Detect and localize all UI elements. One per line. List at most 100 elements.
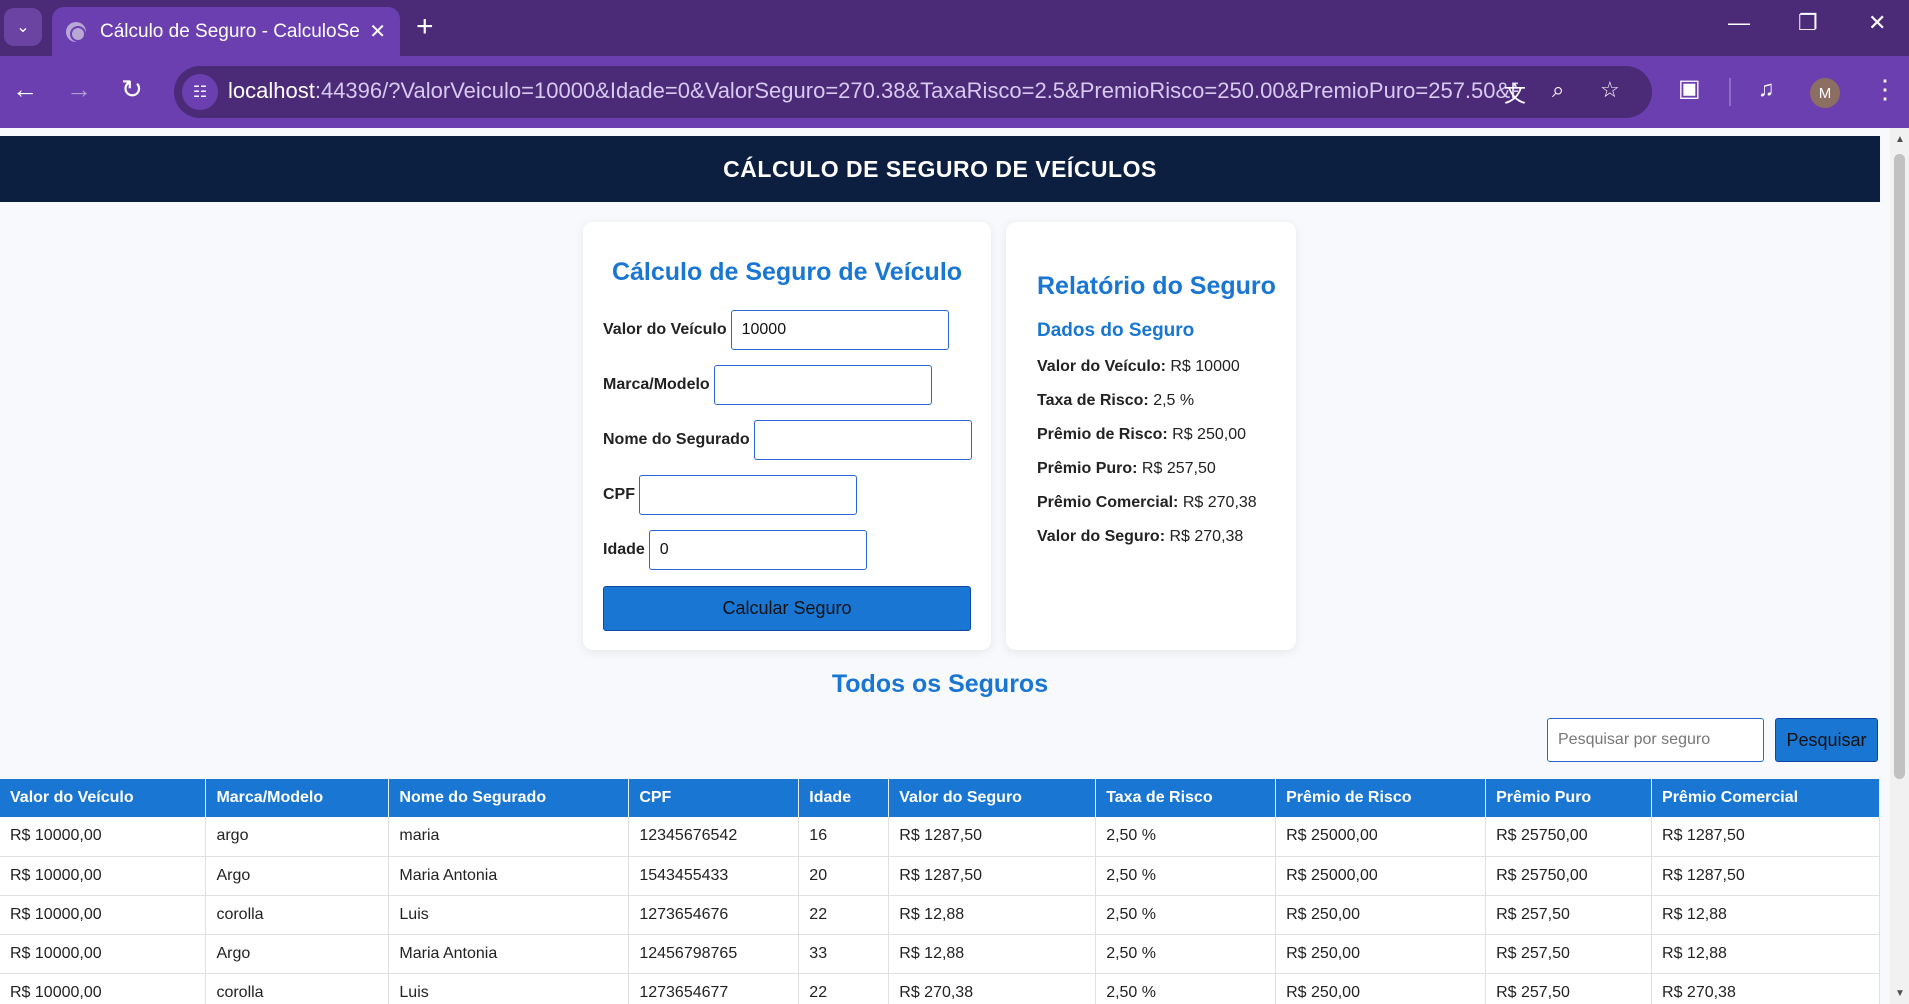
table-row[interactable]: R$ 10000,00 corolla Luis 1273654677 22 R$ 270…: [0, 973, 1880, 1004]
new-tab-button[interactable]: +: [416, 12, 434, 42]
scroll-down-icon[interactable]: ▼: [1895, 988, 1905, 999]
avatar[interactable]: M: [1810, 78, 1840, 108]
table-cell: 1543455433: [628, 856, 800, 896]
column-header[interactable]: CPF: [628, 779, 800, 817]
browser-tab-active[interactable]: Cálculo de Seguro - CalculoSeguro ✕: [52, 7, 400, 56]
column-header[interactable]: Valor do Seguro: [888, 779, 1097, 817]
insurance-report-card: Relatório do Seguro Dados do Seguro Valo…: [1006, 222, 1296, 650]
table-cell: R$ 12,88: [888, 934, 1097, 974]
table-cell: R$ 25750,00: [1485, 856, 1653, 896]
table-cell: Maria Antonia: [388, 856, 630, 896]
table-cell: 2,50 %: [1095, 934, 1277, 974]
table-cell: 22: [798, 973, 890, 1004]
report-item: Taxa de Risco: 2,5 %: [1037, 392, 1195, 409]
bookmark-star-icon[interactable]: ☆: [1600, 77, 1620, 103]
cpf-input[interactable]: [639, 475, 857, 515]
table-cell: corolla: [205, 973, 390, 1004]
table-cell: 1273654677: [628, 973, 800, 1004]
report-item: Prêmio de Risco: R$ 250,00: [1037, 426, 1246, 443]
cpf-label: CPF: [603, 486, 635, 503]
toolbar-divider: [1729, 78, 1731, 106]
form-row-nome-segurado: Nome do Segurado: [603, 420, 972, 460]
table-cell: Argo: [205, 934, 390, 974]
table-cell: maria: [388, 817, 630, 857]
table-cell: R$ 10000,00: [0, 973, 207, 1004]
page-title: CÁLCULO DE SEGURO DE VEÍCULOS: [723, 155, 1157, 182]
page-viewport: CÁLCULO DE SEGURO DE VEÍCULOS Cálculo de…: [0, 128, 1890, 1004]
table-row[interactable]: R$ 10000,00 argo maria 12345676542 16 R$ 1287…: [0, 817, 1880, 857]
idade-input[interactable]: [648, 530, 867, 570]
table-cell: R$ 12,88: [888, 895, 1097, 935]
form-row-cpf: CPF: [603, 475, 857, 515]
table-row[interactable]: R$ 10000,00 Argo Maria Antonia 12456798765 3…: [0, 934, 1880, 974]
column-header[interactable]: Prêmio de Risco: [1275, 779, 1487, 817]
close-window-icon[interactable]: ✕: [1868, 10, 1886, 36]
globe-icon: [66, 21, 86, 42]
column-header[interactable]: Taxa de Risco: [1095, 779, 1277, 817]
table-cell: 33: [798, 934, 890, 974]
valor-veiculo-input[interactable]: [730, 310, 949, 350]
site-info-icon[interactable]: ☷: [182, 74, 218, 110]
table-row[interactable]: R$ 10000,00 corolla Luis 1273654676 22 R$ 12,…: [0, 895, 1880, 935]
extensions-icon[interactable]: ▣: [1678, 74, 1701, 104]
browser-toolbar: ← → ↻ ☷ localhost:44396/?ValorVeiculo=10…: [0, 56, 1909, 128]
form-title: Cálculo de Seguro de Veículo: [611, 258, 963, 286]
list-title: Todos os Seguros: [831, 670, 1049, 698]
report-title: Relatório do Seguro: [1037, 272, 1276, 300]
forward-arrow-icon[interactable]: →: [66, 74, 92, 104]
scroll-up-icon[interactable]: ▲: [1895, 134, 1905, 145]
table-cell: R$ 270,38: [888, 973, 1097, 1004]
zoom-icon[interactable]: ⌕: [1552, 77, 1564, 103]
back-arrow-icon[interactable]: ←: [12, 74, 38, 104]
idade-label: Idade: [603, 541, 645, 558]
table-cell: 2,50 %: [1095, 895, 1277, 935]
close-icon[interactable]: ✕: [369, 19, 386, 44]
table-cell: R$ 12,88: [1651, 934, 1880, 974]
insurance-table: Valor do Veículo Marca/Modelo Nome do Se…: [0, 779, 1880, 1004]
page-scrollbar[interactable]: ▲ ▼: [1890, 128, 1909, 1004]
column-header[interactable]: Marca/Modelo: [205, 779, 390, 817]
column-header[interactable]: Nome do Segurado: [388, 779, 630, 817]
table-cell: R$ 250,00: [1275, 895, 1487, 935]
search-button[interactable]: Pesquisar: [1775, 718, 1878, 762]
report-item: Prêmio Comercial: R$ 270,38: [1037, 494, 1257, 511]
table-cell: R$ 1287,50: [888, 817, 1097, 857]
calcular-seguro-button[interactable]: Calcular Seguro: [603, 586, 971, 631]
media-icon[interactable]: ♫: [1758, 74, 1775, 104]
nome-segurado-input[interactable]: [753, 420, 972, 460]
tab-search-button[interactable]: ⌄: [4, 8, 42, 46]
menu-kebab-icon[interactable]: ⋮: [1872, 74, 1898, 104]
column-header[interactable]: Prêmio Puro: [1485, 779, 1653, 817]
column-header[interactable]: Prêmio Comercial: [1651, 779, 1880, 817]
table-cell: R$ 25000,00: [1275, 817, 1487, 857]
table-cell: R$ 250,00: [1275, 973, 1487, 1004]
marca-modelo-input[interactable]: [713, 365, 932, 405]
nome-segurado-label: Nome do Segurado: [603, 431, 750, 448]
report-item: Prêmio Puro: R$ 257,50: [1037, 460, 1216, 477]
marca-modelo-label: Marca/Modelo: [603, 376, 710, 393]
table-cell: 22: [798, 895, 890, 935]
form-row-valor-veiculo: Valor do Veículo: [603, 310, 949, 350]
table-cell: R$ 257,50: [1485, 973, 1653, 1004]
translate-icon[interactable]: 文: [1504, 77, 1526, 109]
table-cell: Maria Antonia: [388, 934, 630, 974]
search-input[interactable]: [1547, 718, 1764, 762]
report-subtitle: Dados do Seguro: [1037, 320, 1195, 341]
url-text[interactable]: localhost:44396/?ValorVeiculo=10000&Idad…: [228, 78, 1518, 104]
scrollbar-thumb[interactable]: [1894, 154, 1905, 779]
column-header[interactable]: Valor do Veículo: [0, 779, 207, 817]
table-cell: Luis: [388, 895, 630, 935]
table-cell: R$ 257,50: [1485, 895, 1653, 935]
table-cell: R$ 10000,00: [0, 856, 207, 896]
form-row-marca-modelo: Marca/Modelo: [603, 365, 932, 405]
restore-icon[interactable]: ❐: [1798, 10, 1818, 36]
table-cell: 16: [798, 817, 890, 857]
column-header[interactable]: Idade: [798, 779, 890, 817]
reload-icon[interactable]: ↻: [121, 74, 143, 104]
minimize-icon[interactable]: —: [1728, 10, 1750, 36]
table-row[interactable]: R$ 10000,00 Argo Maria Antonia 1543455433 20…: [0, 856, 1880, 896]
table-cell: R$ 250,00: [1275, 934, 1487, 974]
table-cell: R$ 10000,00: [0, 895, 207, 935]
table-cell: 20: [798, 856, 890, 896]
address-bar[interactable]: ☷ localhost:44396/?ValorVeiculo=10000&Id…: [174, 66, 1652, 118]
